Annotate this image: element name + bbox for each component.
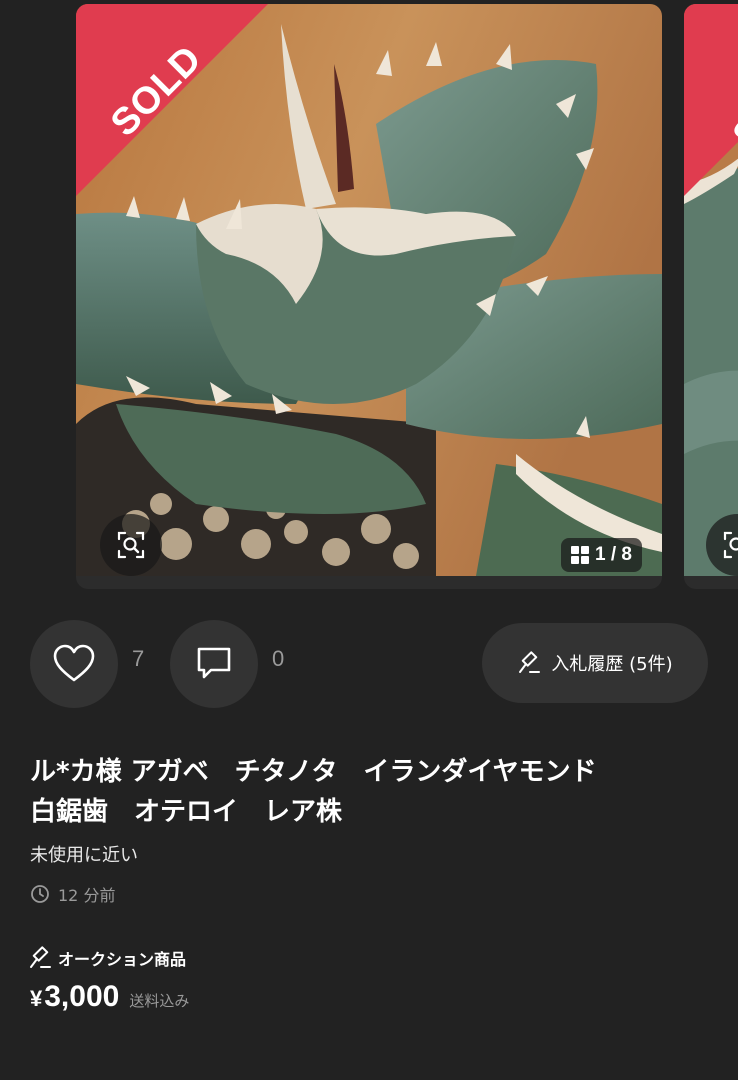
item-title: ル*カ様 アガベ チタノタ イランダイヤモンド 白鋸歯 オテロイ レア株 xyxy=(30,757,597,827)
item-condition: 未使用に近い xyxy=(30,845,138,866)
bid-history-label: 入札履歴 (5件) xyxy=(551,654,673,675)
posted-time: 12 分前 xyxy=(30,882,115,906)
comment-icon xyxy=(197,647,231,679)
price-value: 3,000 xyxy=(44,980,120,1013)
shipping-note: 送料込み xyxy=(129,992,190,1010)
like-button[interactable] xyxy=(30,620,118,708)
next-product-photo[interactable] xyxy=(684,4,738,576)
bid-history-button[interactable]: 入札履歴 (5件) xyxy=(482,623,708,703)
clock-icon xyxy=(31,885,49,903)
comment-button[interactable] xyxy=(170,620,258,708)
next-image-card[interactable]: SOLD xyxy=(684,4,738,589)
item-price: ¥3,000 xyxy=(30,980,119,1014)
image-carousel[interactable]: SOLD 1 / 8 xyxy=(0,0,738,592)
currency-symbol: ¥ xyxy=(30,986,43,1011)
product-image-card[interactable]: SOLD 1 / 8 xyxy=(76,4,662,589)
auction-label: オークション商品 xyxy=(58,950,187,969)
image-search-icon xyxy=(723,531,738,559)
image-counter-text: 1 / 8 xyxy=(595,544,632,565)
price-row: ¥3,000 送料込み xyxy=(30,980,189,1014)
like-count: 7 xyxy=(132,646,145,671)
image-counter: 1 / 8 xyxy=(561,538,642,572)
gavel-icon xyxy=(519,651,541,673)
grid-icon xyxy=(571,546,590,564)
posted-time-text: 12 分前 xyxy=(58,886,116,905)
heart-icon xyxy=(53,644,95,682)
auction-badge: オークション商品 xyxy=(28,946,186,970)
image-search-button[interactable] xyxy=(100,514,162,576)
gavel-icon xyxy=(30,946,51,968)
item-detail-page: SOLD 1 / 8 7 0 入札履歴 (5件) ル*カ様 アガベ チタノタ イ… xyxy=(0,0,738,1080)
comment-count: 0 xyxy=(272,646,285,671)
image-search-icon xyxy=(117,531,145,559)
